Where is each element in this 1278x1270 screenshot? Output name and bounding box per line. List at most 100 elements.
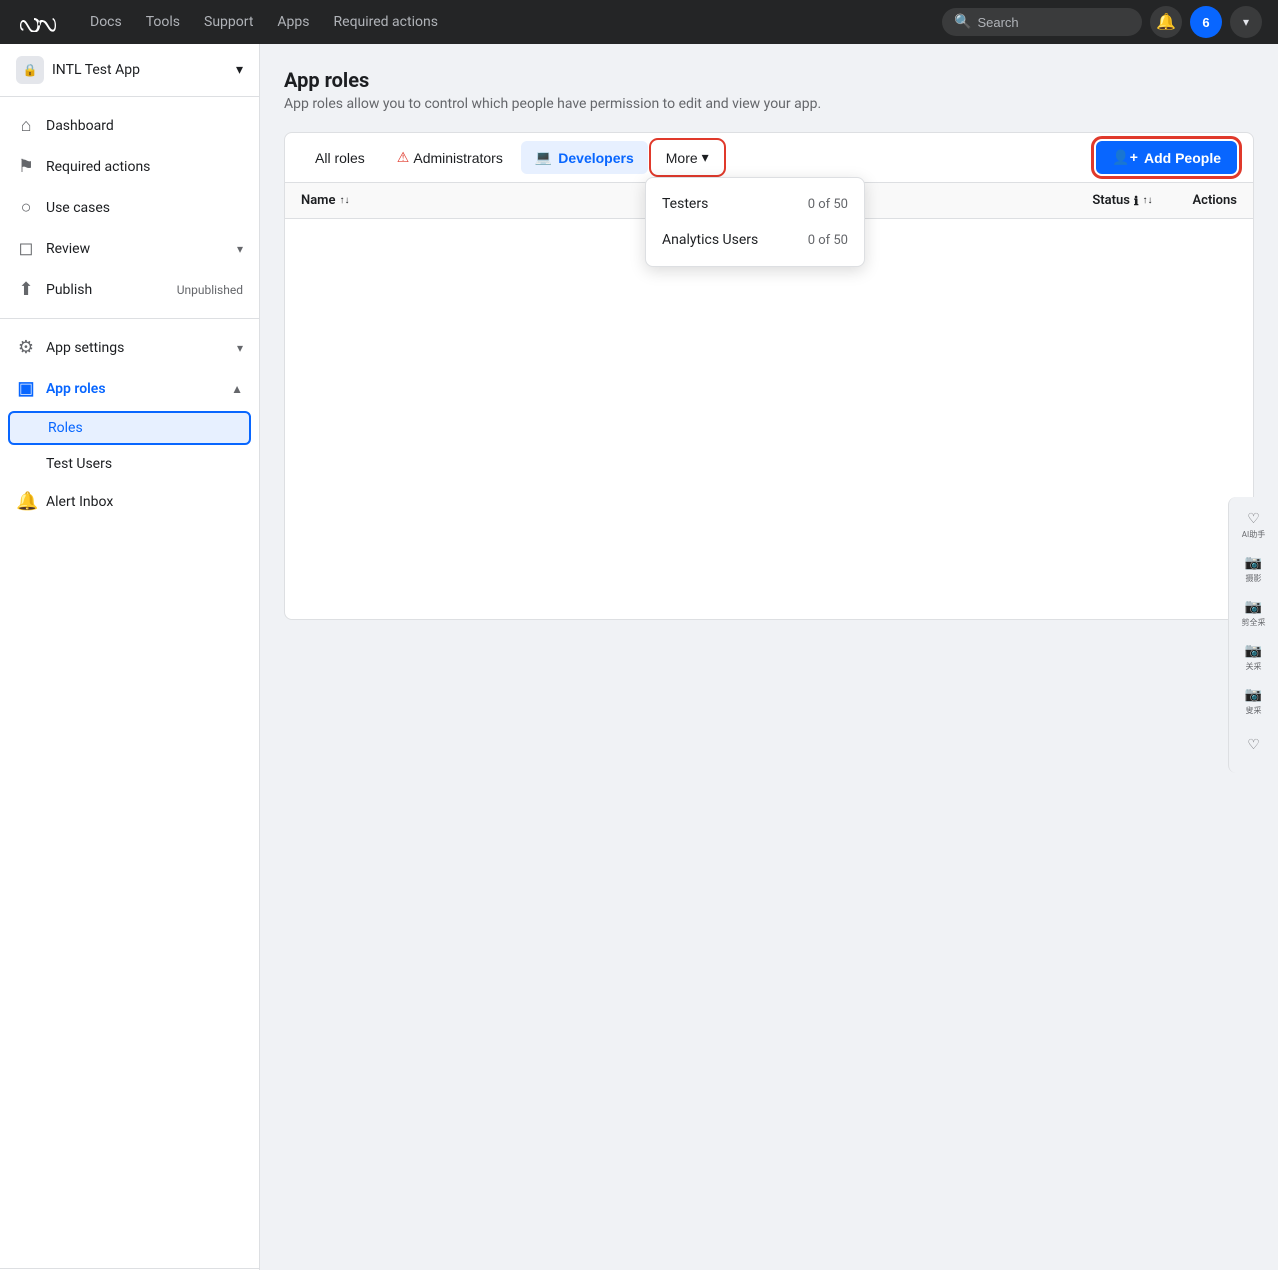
nav-docs[interactable]: Docs [80,8,132,36]
table-body [285,219,1253,619]
flag-icon: ⚑ [16,156,36,177]
top-nav: Docs Tools Support Apps Required actions… [0,0,1278,44]
sidebar-item-required-actions[interactable]: ⚑ Required actions [0,146,259,187]
sidebar-item-label: Review [46,241,90,257]
page-subtitle: App roles allow you to control which peo… [284,96,1254,112]
settings-icon: ⚙ [16,337,36,358]
add-person-icon: 👤+ [1112,149,1138,166]
add-people-button[interactable]: 👤+ Add People [1096,141,1237,174]
meta-logo[interactable] [16,12,56,32]
top-nav-links: Docs Tools Support Apps Required actions [80,8,942,36]
roles-card: All roles ⚠ Administrators 💻 Developers … [284,132,1254,620]
sidebar: 🔒 INTL Test App ▾ ⌂ Dashboard ⚑ Required… [0,44,260,1270]
main-content: App roles App roles allow you to control… [260,44,1278,1270]
sidebar-app-roles-header[interactable]: ▣ App roles ▲ [0,368,259,409]
widget-icon-3: 📷 [1245,643,1262,659]
sidebar-item-label: Required actions [46,159,150,175]
app-roles-label: App roles [46,381,106,397]
analytics-users-count: 0 of 50 [808,233,848,248]
layout: 🔒 INTL Test App ▾ ⌂ Dashboard ⚑ Required… [0,44,1278,1270]
tab-developers[interactable]: 💻 Developers [521,141,648,174]
divider [0,318,259,319]
status-sort-icon: ↑↓ [1142,195,1152,206]
widget-icon-1: 📷 [1245,555,1262,571]
app-roles-icon: ▣ [16,378,36,399]
publish-badge: Unpublished [177,283,243,297]
widget-label-3: 关采 [1246,661,1262,672]
sidebar-sub-item-test-users[interactable]: Test Users [0,447,259,481]
app-icon: 🔒 [16,56,44,84]
more-chevron-icon: ▾ [702,149,709,166]
right-widget: ♡ AI助手 📷 摄影 📷 剪全采 📷 关采 📷 叟采 ♡ [1228,497,1278,773]
analytics-users-label: Analytics Users [662,232,758,248]
search-bar[interactable]: 🔍 [942,8,1142,36]
tab-administrators[interactable]: ⚠ Administrators [383,141,517,174]
testers-label: Testers [662,196,708,212]
app-roles-chevron: ▲ [231,382,243,396]
widget-item-3[interactable]: 📷 关采 [1234,637,1274,677]
bell-icon: 🔔 [16,491,36,512]
sidebar-item-label: Dashboard [46,118,114,134]
dropdown-item-testers[interactable]: Testers 0 of 50 [646,186,864,222]
home-icon: ⌂ [16,115,36,136]
dropdown-item-analytics-users[interactable]: Analytics Users 0 of 50 [646,222,864,258]
widget-icon-4: 📷 [1245,687,1262,703]
status-info-icon: ℹ [1134,194,1139,208]
sidebar-item-app-settings[interactable]: ⚙ App settings ▾ [0,327,259,368]
sidebar-item-label: App settings [46,340,124,356]
developers-icon: 💻 [535,149,552,166]
review-chevron: ▾ [237,242,243,256]
widget-item-2[interactable]: 📷 剪全采 [1234,593,1274,633]
top-nav-right: 🔍 🔔 6 ▾ [942,6,1262,38]
circle-icon: ○ [16,197,36,218]
search-input[interactable] [977,15,1130,30]
user-avatar[interactable]: 6 [1190,6,1222,38]
sidebar-item-publish[interactable]: ⬆ Publish Unpublished [0,269,259,310]
widget-label-4: 叟采 [1246,705,1262,716]
widget-label-2: 剪全采 [1242,617,1266,628]
testers-count: 0 of 50 [808,197,848,212]
sidebar-item-alert-inbox[interactable]: 🔔 Alert Inbox [0,481,259,522]
roles-header-right: 👤+ Add People [1096,141,1237,174]
app-name: INTL Test App [52,62,140,78]
widget-item-4[interactable]: 📷 叟采 [1234,681,1274,721]
widget-label-1: 摄影 [1246,573,1262,584]
nav-chevron-down[interactable]: ▾ [1230,6,1262,38]
review-icon: ◻ [16,238,36,259]
tab-all-roles[interactable]: All roles [301,142,379,174]
sidebar-item-dashboard[interactable]: ⌂ Dashboard [0,105,259,146]
widget-item-1[interactable]: 📷 摄影 [1234,549,1274,589]
nav-tools[interactable]: Tools [136,8,190,36]
sidebar-item-review[interactable]: ◻ Review ▾ [0,228,259,269]
widget-icon-5: ♡ [1247,737,1260,753]
col-status-header[interactable]: Status ℹ ↑↓ [1092,193,1152,208]
col-actions-header: Actions [1192,193,1237,208]
widget-label-0: AI助手 [1242,529,1265,540]
page-title: App roles [284,68,1254,92]
app-selector[interactable]: 🔒 INTL Test App ▾ [0,44,259,97]
notification-bell[interactable]: 🔔 [1150,6,1182,38]
sort-icon: ↑↓ [339,195,349,206]
more-dropdown: Testers 0 of 50 Analytics Users 0 of 50 [645,177,865,267]
roles-header: All roles ⚠ Administrators 💻 Developers … [285,133,1253,183]
widget-item-5[interactable]: ♡ [1234,725,1274,765]
search-icon: 🔍 [954,14,971,30]
nav-apps[interactable]: Apps [267,8,319,36]
app-selector-chevron: ▾ [236,62,243,78]
sidebar-nav: ⌂ Dashboard ⚑ Required actions ○ Use cas… [0,97,259,1268]
nav-required-actions[interactable]: Required actions [324,8,448,36]
sidebar-sub-item-roles[interactable]: Roles [8,411,251,445]
settings-chevron: ▾ [237,341,243,355]
widget-item-0[interactable]: ♡ AI助手 [1234,505,1274,545]
publish-icon: ⬆ [16,279,36,300]
widget-icon-0: ♡ [1247,511,1260,527]
admin-warning-icon: ⚠ [397,149,410,166]
widget-icon-2: 📷 [1245,599,1262,615]
sidebar-item-label: Use cases [46,200,110,216]
nav-support[interactable]: Support [194,8,263,36]
sidebar-item-label: Publish [46,282,92,298]
sidebar-item-use-cases[interactable]: ○ Use cases [0,187,259,228]
col-name-header[interactable]: Name ↑↓ [301,193,349,208]
sidebar-item-label: Alert Inbox [46,494,113,510]
tab-more[interactable]: More ▾ [652,141,723,174]
